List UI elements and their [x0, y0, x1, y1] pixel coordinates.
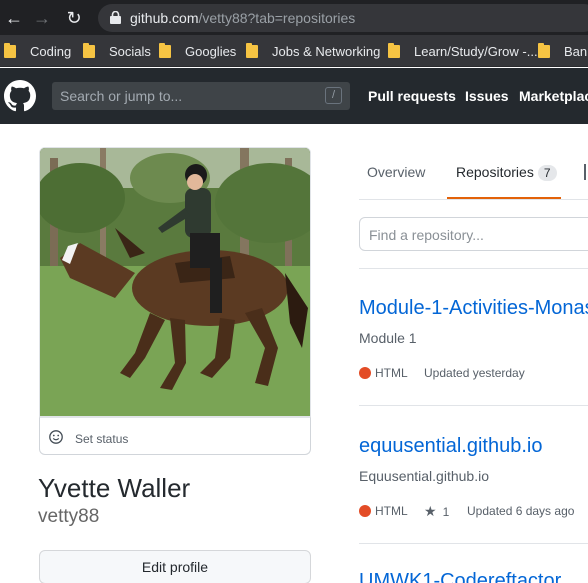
nav-pull-requests[interactable]: Pull requests: [368, 88, 456, 104]
tab-repositories-label: Repositories: [456, 164, 534, 180]
bookmark-jobs-networking[interactable]: Jobs & Networking: [246, 42, 380, 60]
github-logo-icon[interactable]: [4, 80, 36, 112]
folder-icon: [159, 42, 171, 58]
profile-avatar[interactable]: [39, 147, 311, 417]
edit-profile-button[interactable]: Edit profile: [39, 550, 311, 583]
set-status-button[interactable]: Set status: [39, 417, 311, 455]
address-bar[interactable]: github.com/vetty88?tab=repositories: [98, 4, 588, 32]
folder-icon: [538, 42, 550, 58]
url-text: github.com/vetty88?tab=repositories: [130, 10, 356, 26]
nav-issues[interactable]: Issues: [465, 88, 509, 104]
star-icon: ★: [424, 503, 437, 519]
tab-repositories[interactable]: Repositories 7: [456, 164, 557, 181]
list-divider: [359, 543, 588, 544]
github-header: Search or jump to... / Pull requests Iss…: [0, 68, 588, 124]
nav-marketplace[interactable]: Marketplace: [519, 88, 588, 104]
repo-language: HTML: [359, 504, 408, 518]
bookmarks-bar: Coding Socials Googlies Jobs & Networkin…: [0, 35, 588, 67]
repo-language-label: HTML: [375, 366, 408, 380]
tab-overview[interactable]: Overview: [367, 164, 425, 180]
repositories-count-badge: 7: [537, 165, 557, 181]
repo-description: Module 1: [359, 330, 417, 346]
repo-updated: Updated yesterday: [424, 366, 525, 380]
forward-arrow-icon[interactable]: →: [30, 6, 54, 30]
avatar-photo: [40, 148, 310, 416]
language-color-dot: [359, 367, 371, 379]
repo-name-link[interactable]: equusential.github.io: [359, 435, 542, 458]
bookmark-googlies[interactable]: Googlies: [159, 42, 236, 60]
tab-projects-icon[interactable]: [584, 164, 588, 180]
find-repository-placeholder: Find a repository...: [369, 227, 484, 243]
bookmark-coding[interactable]: Coding: [4, 42, 71, 60]
bookmark-learn-study-grow[interactable]: Learn/Study/Grow -...: [388, 42, 538, 60]
repo-stars-count: 1: [442, 504, 450, 519]
profile-username: vetty88: [38, 506, 100, 527]
repo-updated: Updated 6 days ago: [467, 504, 575, 518]
language-color-dot: [359, 505, 371, 517]
set-status-label: Set status: [75, 432, 129, 446]
smiley-icon: [49, 430, 63, 444]
folder-icon: [4, 42, 16, 58]
profile-full-name: Yvette Waller: [38, 473, 191, 503]
tabs-divider: [359, 199, 588, 200]
repo-name-link[interactable]: UMWK1-Codereftactor: [359, 570, 561, 583]
list-divider: [359, 405, 588, 406]
list-divider: [359, 268, 588, 269]
slash-shortcut-icon: /: [325, 87, 342, 104]
repo-name-link[interactable]: Module-1-Activities-Monash: [359, 297, 588, 320]
repo-description: Equusential.github.io: [359, 468, 489, 484]
bookmark-bank[interactable]: Bank: [538, 42, 588, 60]
repo-language-label: HTML: [375, 504, 408, 518]
folder-icon: [246, 42, 258, 58]
search-placeholder: Search or jump to...: [60, 88, 183, 104]
global-search-input[interactable]: Search or jump to... /: [52, 82, 350, 110]
reload-icon[interactable]: ↻: [62, 6, 86, 30]
folder-icon: [83, 42, 95, 58]
bookmark-socials[interactable]: Socials: [83, 42, 151, 60]
lock-icon: [110, 11, 121, 24]
back-arrow-icon[interactable]: ←: [2, 6, 26, 30]
folder-icon: [388, 42, 400, 58]
browser-toolbar: ← → ↻ github.com/vetty88?tab=repositorie…: [0, 0, 588, 35]
repo-stars-link[interactable]: ★ 1: [424, 503, 449, 520]
repo-language: HTML: [359, 366, 408, 380]
find-repository-input[interactable]: Find a repository...: [359, 217, 588, 251]
